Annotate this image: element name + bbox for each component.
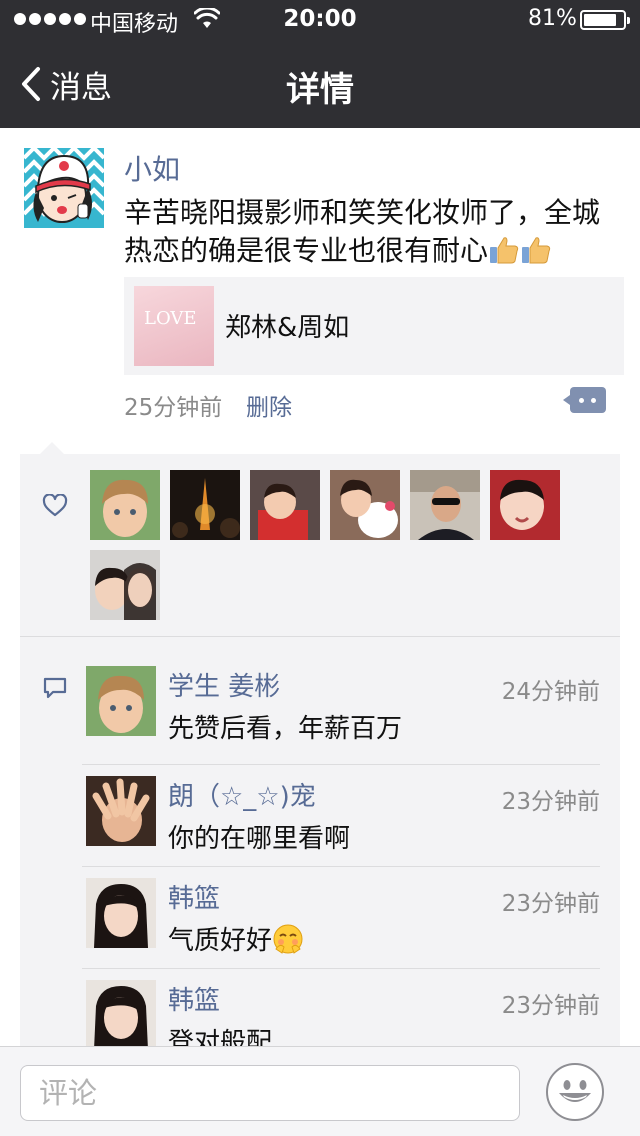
navigation-bar: 中国移动 20:00 81% 消息 详情 bbox=[0, 0, 640, 128]
avatar-cartoon-girl-image bbox=[24, 148, 104, 228]
commenter-name[interactable]: 学生 姜彬 bbox=[168, 666, 280, 703]
panel-pointer bbox=[40, 442, 64, 454]
liker-avatar[interactable] bbox=[250, 470, 320, 540]
page-title: 详情 bbox=[286, 70, 354, 110]
battery-percentage: 81% bbox=[528, 6, 577, 31]
author-avatar[interactable] bbox=[24, 148, 104, 228]
author-name[interactable]: 小如 bbox=[124, 148, 180, 188]
comment-text: 你的在哪里看啊 bbox=[168, 824, 351, 854]
liker-avatar[interactable] bbox=[90, 470, 160, 540]
shared-link-title: 郑林&周如 bbox=[225, 313, 350, 343]
blushing-face-icon bbox=[273, 924, 303, 954]
shared-link-thumbnail: LOVE bbox=[134, 286, 214, 366]
liker-avatar[interactable] bbox=[170, 470, 240, 540]
commenter-avatar[interactable] bbox=[86, 878, 156, 948]
comment-time: 24分钟前 bbox=[501, 679, 600, 705]
status-bar: 中国移动 20:00 81% bbox=[0, 0, 640, 40]
comment-divider bbox=[82, 866, 600, 867]
commenter-avatar[interactable] bbox=[86, 980, 156, 1050]
comment-input-bar: 评论 bbox=[0, 1046, 640, 1136]
more-actions-button[interactable] bbox=[563, 387, 606, 413]
comment-divider bbox=[82, 968, 600, 969]
comment-time: 23分钟前 bbox=[501, 891, 600, 917]
avatar-boy-image bbox=[86, 666, 156, 736]
avatar-hand-wave-image bbox=[86, 776, 156, 846]
thumbs-up-icon bbox=[490, 237, 519, 264]
heart-icon bbox=[42, 494, 68, 517]
commenter-avatar[interactable] bbox=[86, 666, 156, 736]
section-divider bbox=[20, 636, 620, 637]
interaction-panel: 学生 姜彬 24分钟前 先赞后看，年薪百万 朗（☆_☆)宠 23分钟前 你的在哪… bbox=[20, 454, 620, 1064]
comment-time: 23分钟前 bbox=[501, 993, 600, 1019]
thumbs-up-icon bbox=[522, 237, 551, 264]
commenter-name[interactable]: 韩篮 bbox=[168, 878, 220, 915]
avatar-night-tower-image bbox=[170, 470, 240, 540]
commenter-name[interactable]: 韩篮 bbox=[168, 980, 220, 1017]
avatar-child-red-image bbox=[250, 470, 320, 540]
smiley-face-icon bbox=[559, 1080, 591, 1102]
commenter-avatar[interactable] bbox=[86, 776, 156, 846]
comment-text-body: 气质好好 bbox=[168, 926, 273, 956]
avatar-man-sunglasses-image bbox=[410, 470, 480, 540]
avatar-woman-image bbox=[86, 980, 156, 1050]
comment-text: 先赞后看，年薪百万 bbox=[168, 714, 403, 744]
avatar-boy-image bbox=[90, 470, 160, 540]
shared-link-card[interactable]: LOVE 郑林&周如 bbox=[124, 277, 624, 375]
liker-avatar[interactable] bbox=[330, 470, 400, 540]
avatar-baby-image bbox=[490, 470, 560, 540]
shared-link-thumbnail-text: LOVE bbox=[144, 308, 197, 329]
comment-input[interactable]: 评论 bbox=[20, 1065, 520, 1121]
comment-text: 气质好好 bbox=[168, 920, 304, 957]
delete-button[interactable]: 删除 bbox=[246, 388, 292, 422]
comment-time: 23分钟前 bbox=[501, 789, 600, 815]
screen: 中国移动 20:00 81% 消息 详情 小如 辛苦晓阳摄影师和笑笑化妆师了，全… bbox=[0, 0, 640, 1136]
liker-avatar[interactable] bbox=[490, 470, 560, 540]
comment-divider bbox=[82, 764, 600, 765]
liker-avatar[interactable] bbox=[410, 470, 480, 540]
avatar-woman-image bbox=[86, 878, 156, 948]
battery-icon bbox=[580, 10, 630, 30]
commenter-name[interactable]: 朗（☆_☆)宠 bbox=[168, 776, 316, 813]
avatar-mother-child-image bbox=[90, 550, 160, 620]
post-text: 辛苦晓阳摄影师和笑笑化妆师了，全城热恋的确是很专业也很有耐心 bbox=[124, 194, 616, 270]
liker-avatar[interactable] bbox=[90, 550, 160, 620]
post-time: 25分钟前 bbox=[124, 395, 223, 421]
emoji-button[interactable] bbox=[546, 1063, 604, 1121]
comment-bubble-icon bbox=[43, 677, 67, 699]
avatar-child-kitty-image bbox=[330, 470, 400, 540]
